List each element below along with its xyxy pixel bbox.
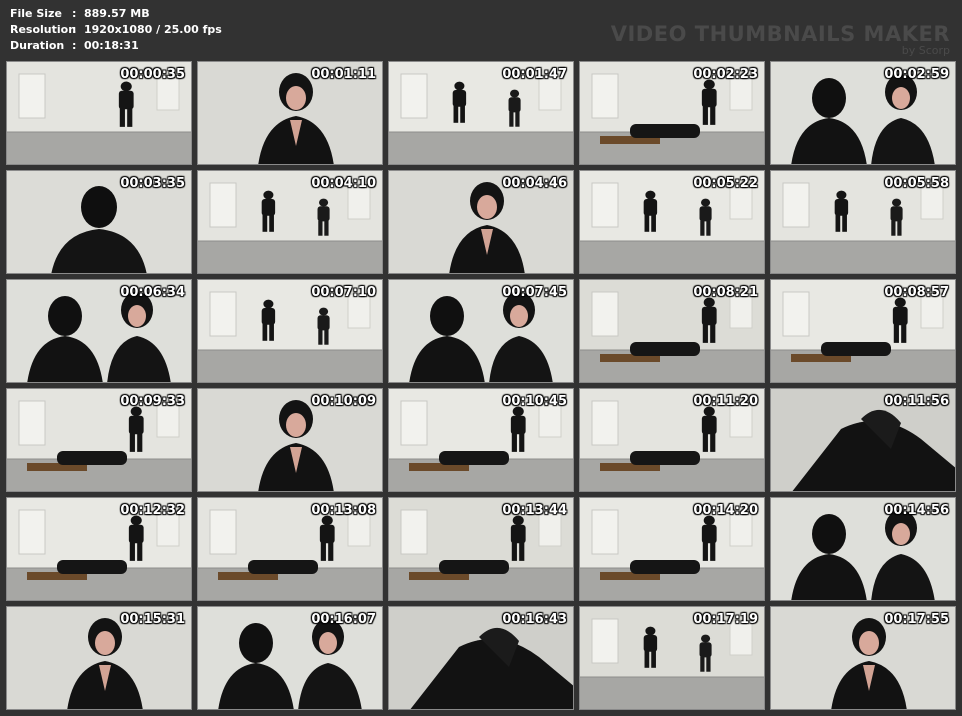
video-thumbnail[interactable]: 00:08:57 <box>770 279 956 383</box>
video-thumbnail[interactable]: 00:05:22 <box>579 170 765 274</box>
thumbnail-timestamp: 00:02:59 <box>884 67 949 82</box>
duration-row: Duration : 00:18:31 <box>10 38 222 54</box>
duration-label: Duration <box>10 39 65 52</box>
thumbnail-timestamp: 00:14:20 <box>693 503 758 518</box>
thumbnail-timestamp: 00:14:56 <box>884 503 949 518</box>
watermark-subtitle: by Scorp <box>901 44 950 57</box>
file-size-label: File Size <box>10 7 62 20</box>
video-thumbnail[interactable]: 00:01:11 <box>197 61 383 165</box>
video-thumbnail[interactable]: 00:14:56 <box>770 497 956 601</box>
video-thumbnail[interactable]: 00:07:10 <box>197 279 383 383</box>
video-thumbnail[interactable]: 00:11:56 <box>770 388 956 492</box>
thumbnail-timestamp: 00:10:09 <box>311 394 376 409</box>
thumbnail-timestamp: 00:00:35 <box>120 67 185 82</box>
video-thumbnail[interactable]: 00:10:09 <box>197 388 383 492</box>
thumbnail-timestamp: 00:13:44 <box>502 503 567 518</box>
watermark-title: VIDEO THUMBNAILS MAKER <box>610 22 950 46</box>
file-size-row: File Size : 889.57 MB <box>10 6 222 22</box>
thumbnail-timestamp: 00:17:19 <box>693 612 758 627</box>
thumbnail-timestamp: 00:17:55 <box>884 612 949 627</box>
thumbnail-timestamp: 00:08:21 <box>693 285 758 300</box>
thumbnail-timestamp: 00:06:34 <box>120 285 185 300</box>
thumbnail-timestamp: 00:01:11 <box>311 67 376 82</box>
video-thumbnail[interactable]: 00:17:19 <box>579 606 765 710</box>
video-thumbnail[interactable]: 00:10:45 <box>388 388 574 492</box>
thumbnail-timestamp: 00:12:32 <box>120 503 185 518</box>
video-thumbnail[interactable]: 00:01:47 <box>388 61 574 165</box>
thumbnail-timestamp: 00:16:43 <box>502 612 567 627</box>
thumbnail-timestamp: 00:02:23 <box>693 67 758 82</box>
thumbnail-timestamp: 00:13:08 <box>311 503 376 518</box>
thumbnail-timestamp: 00:16:07 <box>311 612 376 627</box>
thumbnail-timestamp: 00:09:33 <box>120 394 185 409</box>
duration-value: 00:18:31 <box>84 39 139 52</box>
video-thumbnail[interactable]: 00:15:31 <box>6 606 192 710</box>
video-thumbnail[interactable]: 00:04:46 <box>388 170 574 274</box>
thumbnail-timestamp: 00:08:57 <box>884 285 949 300</box>
video-thumbnail[interactable]: 00:16:07 <box>197 606 383 710</box>
thumbnail-timestamp: 00:03:35 <box>120 176 185 191</box>
resolution-row: Resolution : 1920x1080 / 25.00 fps <box>10 22 222 38</box>
video-thumbnail[interactable]: 00:02:23 <box>579 61 765 165</box>
colon: : <box>72 7 77 20</box>
video-thumbnail[interactable]: 00:06:34 <box>6 279 192 383</box>
video-thumbnail[interactable]: 00:08:21 <box>579 279 765 383</box>
thumbnail-timestamp: 00:05:22 <box>693 176 758 191</box>
thumbnail-timestamp: 00:10:45 <box>502 394 567 409</box>
thumbnail-timestamp: 00:07:45 <box>502 285 567 300</box>
watermark-logo: VIDEO THUMBNAILS MAKER by Scorp <box>611 22 950 57</box>
video-thumbnail[interactable]: 00:11:20 <box>579 388 765 492</box>
video-thumbnail[interactable]: 00:05:58 <box>770 170 956 274</box>
thumbnail-timestamp: 00:05:58 <box>884 176 949 191</box>
video-thumbnail[interactable]: 00:12:32 <box>6 497 192 601</box>
video-thumbnail[interactable]: 00:04:10 <box>197 170 383 274</box>
thumbnail-timestamp: 00:11:56 <box>884 394 949 409</box>
video-thumbnail[interactable]: 00:09:33 <box>6 388 192 492</box>
colon: : <box>72 23 77 36</box>
video-thumbnail[interactable]: 00:14:20 <box>579 497 765 601</box>
video-thumbnail[interactable]: 00:07:45 <box>388 279 574 383</box>
thumbnail-timestamp: 00:07:10 <box>311 285 376 300</box>
thumbnail-timestamp: 00:04:46 <box>502 176 567 191</box>
video-thumbnail[interactable]: 00:16:43 <box>388 606 574 710</box>
video-thumbnail[interactable]: 00:17:55 <box>770 606 956 710</box>
file-size-value: 889.57 MB <box>84 7 150 20</box>
video-thumbnail[interactable]: 00:03:35 <box>6 170 192 274</box>
file-info-panel: File Size : 889.57 MB Resolution : 1920x… <box>10 6 222 54</box>
colon: : <box>72 39 77 52</box>
resolution-label: Resolution <box>10 23 77 36</box>
resolution-value: 1920x1080 / 25.00 fps <box>84 23 222 36</box>
thumbnail-timestamp: 00:04:10 <box>311 176 376 191</box>
thumbnail-timestamp: 00:15:31 <box>120 612 185 627</box>
thumbnail-timestamp: 00:01:47 <box>502 67 567 82</box>
video-thumbnail[interactable]: 00:02:59 <box>770 61 956 165</box>
video-thumbnail[interactable]: 00:00:35 <box>6 61 192 165</box>
thumbnail-timestamp: 00:11:20 <box>693 394 758 409</box>
video-thumbnail[interactable]: 00:13:08 <box>197 497 383 601</box>
video-thumbnail[interactable]: 00:13:44 <box>388 497 574 601</box>
